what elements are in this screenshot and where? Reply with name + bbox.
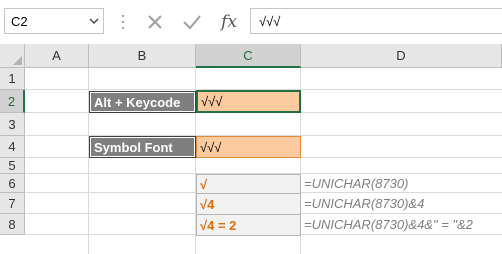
insert-function-icon: fx [221,12,237,32]
select-all-triangle-icon [13,56,22,65]
column-header-d[interactable]: D [301,44,502,68]
formula-bar: C2 fx √√√ [0,0,502,44]
cell-d7[interactable]: =UNICHAR(8730)&4 [301,193,502,214]
checkmark-icon [183,15,201,30]
formula-bar-resize-handle[interactable] [121,12,125,32]
name-box-value: C2 [11,14,28,29]
column-header-b[interactable]: B [89,44,196,68]
cell-c6[interactable]: √ [196,174,301,194]
cell-b4[interactable]: Symbol Font [89,136,196,158]
row-header-1[interactable]: 1 [0,68,25,90]
select-all-button[interactable] [0,44,25,68]
row-header-3[interactable]: 3 [0,113,25,136]
row-header-5[interactable]: 5 [0,158,25,174]
formula-input-value: √√√ [259,14,281,29]
column-header-c[interactable]: C [196,44,301,68]
cell-d8[interactable]: =UNICHAR(8730)&4&" = "&2 [301,214,502,235]
enter-button[interactable] [180,10,204,34]
chevron-down-icon[interactable] [89,16,99,26]
name-box[interactable]: C2 [4,8,104,34]
cancel-x-icon [148,15,162,29]
cell-b2[interactable]: Alt + Keycode [89,91,196,113]
cell-c7[interactable]: √4 [196,193,301,215]
row-header-8[interactable]: 8 [0,214,25,235]
cell-d6[interactable]: =UNICHAR(8730) [301,174,502,193]
formula-input[interactable]: √√√ [250,8,502,34]
row-header-2[interactable]: 2 [0,90,25,113]
row-header-7[interactable]: 7 [0,193,25,214]
cell-c2[interactable]: √√√ [196,90,301,113]
row-header-4[interactable]: 4 [0,136,25,158]
cancel-button[interactable] [143,10,167,34]
cell-c8[interactable]: √4 = 2 [196,214,301,236]
row-header-6[interactable]: 6 [0,174,25,193]
cell-c4[interactable]: √√√ [196,136,301,158]
worksheet-grid: A B C D 1 2 3 4 5 6 7 8 Alt + Keycode √√… [0,44,502,254]
column-header-a[interactable]: A [25,44,89,68]
insert-function-button[interactable]: fx [217,10,241,34]
